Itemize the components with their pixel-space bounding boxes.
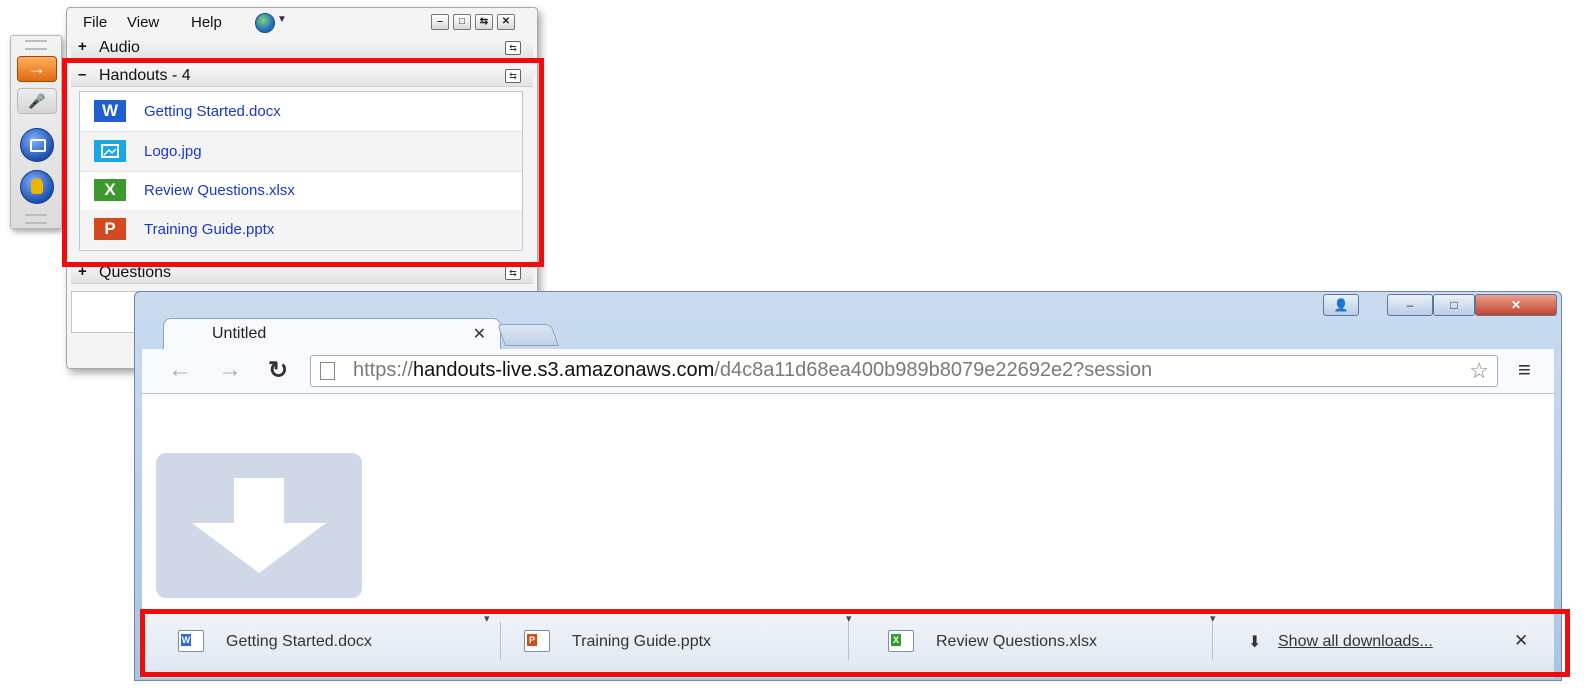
back-arrow-icon[interactable]: ← (168, 356, 192, 384)
close-button[interactable]: ✕ (497, 14, 515, 30)
page-content (142, 394, 1554, 609)
popout-icon[interactable]: ⇆ (505, 41, 521, 55)
close-icon[interactable]: ✕ (473, 324, 486, 344)
menu-view[interactable]: View (127, 14, 159, 31)
menu-hamburger-icon[interactable]: ≡ (1518, 357, 1531, 383)
audio-section-header[interactable]: + Audio ⇆ (71, 37, 533, 59)
minimize-button[interactable]: – (1387, 294, 1433, 316)
webinar-side-toolbar: → 🎤 (10, 35, 62, 229)
expand-icon: + (78, 38, 87, 55)
url-text[interactable]: https://handouts-live.s3.amazonaws.com/d… (353, 359, 1152, 382)
screen-share-button[interactable] (20, 128, 54, 162)
new-tab-button[interactable] (496, 324, 560, 346)
reload-icon[interactable]: ↻ (268, 356, 288, 385)
hand-icon (31, 178, 43, 194)
maximize-button[interactable]: □ (453, 14, 471, 30)
address-bar[interactable]: https://handouts-live.s3.amazonaws.com/d… (310, 355, 1498, 387)
page-icon (320, 362, 335, 380)
browser-tab[interactable]: Untitled ✕ (163, 318, 501, 351)
bottom-grip-handle[interactable] (25, 214, 47, 224)
star-bookmark-icon[interactable]: ☆ (1469, 358, 1489, 384)
downloads-highlight-box (140, 609, 1570, 677)
profile-button[interactable]: 👤 (1323, 294, 1359, 316)
browser-toolbar: ← → ↻ https://handouts-live.s3.amazonaws… (142, 349, 1554, 394)
popout-icon[interactable]: ⇆ (505, 266, 521, 280)
screen-icon (30, 139, 46, 152)
popout-button[interactable]: ⇆ (475, 14, 493, 30)
audio-section-label: Audio (99, 39, 140, 56)
show-panel-arrow-button[interactable]: → (17, 56, 57, 82)
close-button[interactable]: ✕ (1475, 294, 1557, 316)
download-arrow-icon (156, 453, 362, 598)
menu-file[interactable]: File (83, 14, 107, 31)
panel-menubar: File View Help ▼ – □ ⇆ ✕ (67, 8, 537, 35)
menu-help[interactable]: Help (191, 14, 222, 31)
top-grip-handle[interactable] (25, 40, 47, 50)
minimize-button[interactable]: – (431, 14, 449, 30)
handouts-highlight-box (62, 58, 544, 267)
tab-title: Untitled (212, 325, 267, 342)
maximize-button[interactable]: □ (1433, 294, 1475, 316)
chevron-down-icon[interactable]: ▼ (277, 14, 287, 25)
microphone-button[interactable]: 🎤 (17, 88, 57, 114)
forward-arrow-icon[interactable]: → (218, 356, 242, 384)
raise-hand-button[interactable] (20, 170, 54, 204)
globe-icon[interactable] (255, 13, 275, 33)
